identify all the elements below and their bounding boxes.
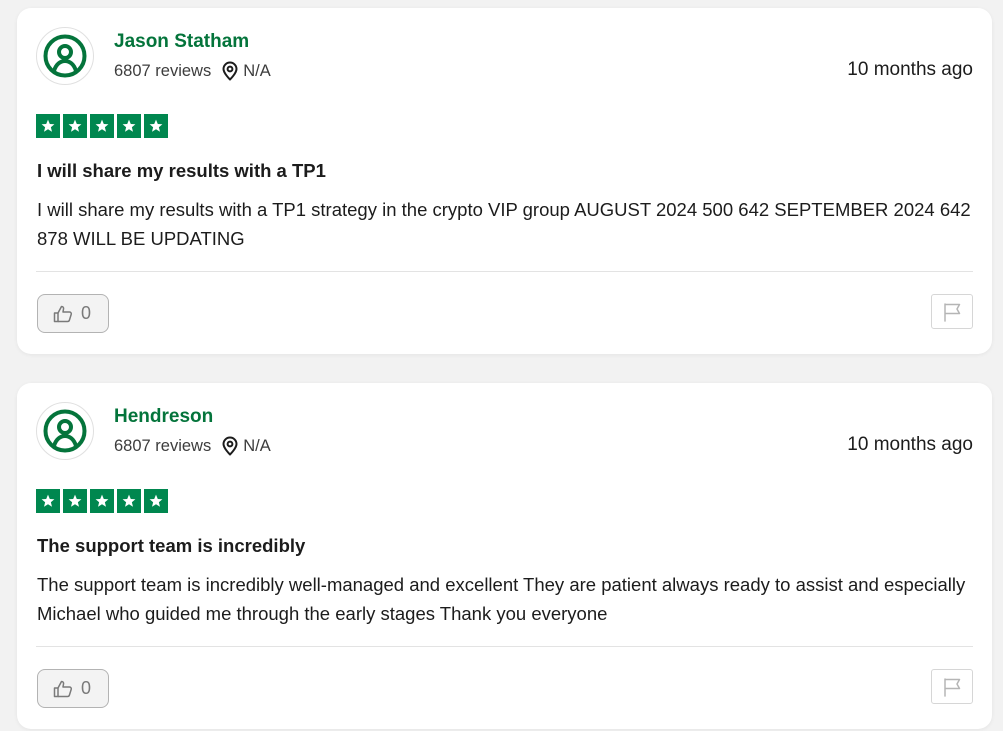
like-count: 0 <box>81 303 92 323</box>
review-count: 6807 reviews <box>114 436 212 455</box>
review-body: The support team is incredibly well-mana… <box>37 574 966 624</box>
location-pin-icon <box>221 61 239 81</box>
review-date: 10 months ago <box>847 59 973 80</box>
review-count: 6807 reviews <box>114 61 212 80</box>
review-date: 10 months ago <box>847 434 973 455</box>
reviewer-meta: 6807 reviews N/A <box>114 435 271 457</box>
like-count: 0 <box>81 678 92 698</box>
flag-icon <box>944 677 961 697</box>
flag-icon <box>944 302 961 322</box>
star-rating <box>36 489 168 513</box>
like-button[interactable]: 0 <box>37 669 109 708</box>
review-list: Jason Statham 6807 reviews N/A 10 months… <box>0 0 1003 731</box>
star-icon <box>63 114 87 138</box>
thumbs-up-icon <box>53 680 73 697</box>
report-button[interactable] <box>931 669 973 704</box>
user-circle-icon <box>43 34 87 78</box>
star-icon <box>144 114 168 138</box>
review-body: I will share my results with a TP1 strat… <box>37 199 971 249</box>
star-icon <box>117 114 141 138</box>
user-circle-icon <box>43 409 87 453</box>
review-title: The support team is incredibly <box>37 535 306 556</box>
review-title: I will share my results with a TP1 <box>37 160 326 181</box>
star-icon <box>117 489 141 513</box>
avatar[interactable] <box>36 27 94 85</box>
like-button[interactable]: 0 <box>37 294 109 333</box>
review-card: Hendreson 6807 reviews N/A 10 months ago… <box>17 383 992 729</box>
divider <box>36 271 973 272</box>
reviewer-name[interactable]: Jason Statham <box>114 31 249 53</box>
star-icon <box>144 489 168 513</box>
star-icon <box>36 114 60 138</box>
star-icon <box>90 489 114 513</box>
reviewer-meta: 6807 reviews N/A <box>114 60 271 82</box>
avatar[interactable] <box>36 402 94 460</box>
report-button[interactable] <box>931 294 973 329</box>
star-rating <box>36 114 168 138</box>
location-pin-icon <box>221 436 239 456</box>
review-card: Jason Statham 6807 reviews N/A 10 months… <box>17 8 992 354</box>
star-icon <box>36 489 60 513</box>
star-icon <box>63 489 87 513</box>
star-icon <box>90 114 114 138</box>
divider <box>36 646 973 647</box>
thumbs-up-icon <box>53 305 73 322</box>
reviewer-location: N/A <box>243 61 271 80</box>
reviewer-location: N/A <box>243 436 271 455</box>
reviewer-name[interactable]: Hendreson <box>114 406 213 428</box>
